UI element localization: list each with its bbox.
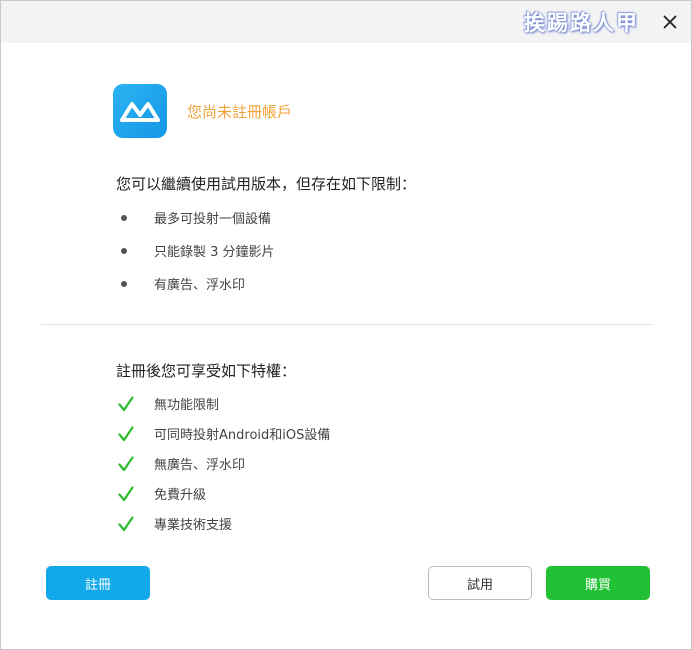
apowermirror-logo-icon: [113, 84, 167, 138]
benefit-item: 無廣告、浮水印: [118, 454, 245, 473]
watermark: 挨踢路人甲: [524, 10, 639, 35]
divider: [41, 324, 653, 325]
dialog-header: 您尚未註冊帳戶: [113, 84, 292, 138]
checkmark-icon: [118, 455, 136, 473]
limit-item: 只能錄製 3 分鐘影片: [121, 241, 275, 260]
buy-button[interactable]: 購買: [546, 566, 650, 600]
checkmark-icon: [118, 425, 136, 443]
title-bar: 挨踢路人甲: [1, 1, 691, 43]
limit-item: 最多可投射一個設備: [121, 208, 271, 227]
limit-item: 有廣告、浮水印: [121, 274, 245, 293]
bullet-icon: [121, 214, 127, 221]
benefit-item-label: 免費升級: [154, 488, 207, 503]
bullet-icon: [121, 247, 127, 254]
benefit-item-label: 無功能限制: [154, 398, 220, 413]
limit-item-label: 只能錄製 3 分鐘影片: [154, 245, 275, 260]
checkmark-icon: [118, 515, 136, 533]
benefit-item-label: 無廣告、浮水印: [154, 458, 246, 473]
benefit-item: 免費升級: [118, 484, 206, 503]
limit-item-label: 有廣告、浮水印: [154, 278, 246, 293]
register-button[interactable]: 註冊: [46, 566, 150, 600]
benefit-item-label: 可同時投射Android和iOS設備: [154, 428, 331, 443]
benefit-item: 可同時投射Android和iOS設備: [118, 424, 330, 443]
close-button[interactable]: [657, 9, 683, 35]
close-icon: [663, 15, 677, 29]
checkmark-icon: [118, 395, 136, 413]
account-status-title: 您尚未註冊帳戶: [187, 102, 293, 121]
register-dialog: 挨踢路人甲 您尚未註冊帳戶 您可以繼續使用試用版本，但存在如下限制： 最多可投射…: [0, 0, 692, 650]
benefit-item: 專業技術支援: [118, 514, 232, 533]
limits-title: 您可以繼續使用試用版本，但存在如下限制：: [116, 175, 417, 193]
benefit-item: 無功能限制: [118, 394, 219, 413]
limit-item-label: 最多可投射一個設備: [154, 212, 272, 227]
bullet-icon: [121, 280, 127, 287]
benefit-item-label: 專業技術支援: [154, 518, 233, 533]
trial-button[interactable]: 試用: [428, 566, 532, 600]
checkmark-icon: [118, 485, 136, 503]
benefits-title: 註冊後您可享受如下特權：: [116, 362, 297, 380]
